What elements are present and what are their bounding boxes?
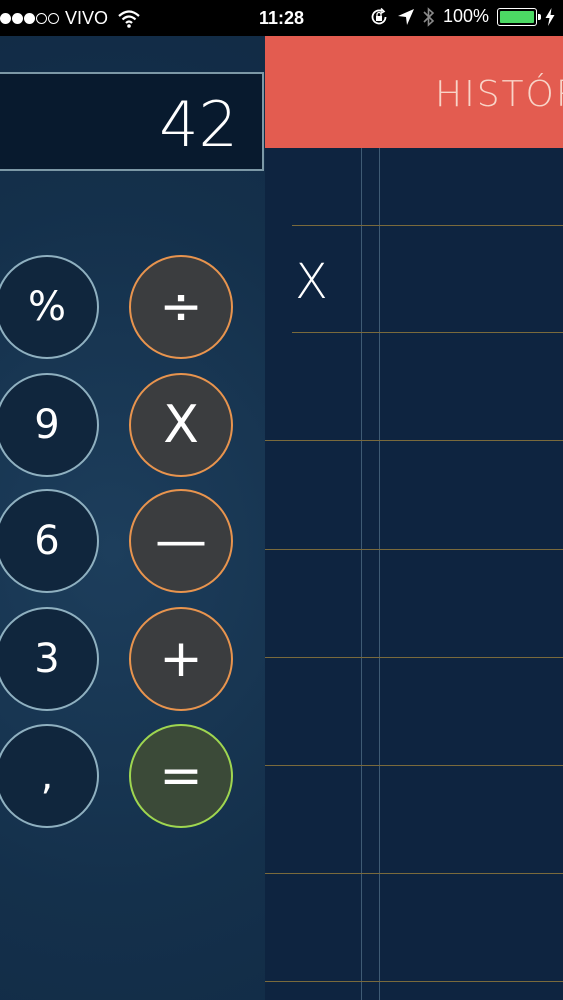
location-arrow-icon bbox=[397, 8, 414, 25]
bluetooth-icon bbox=[423, 6, 435, 27]
history-row-divider bbox=[265, 765, 563, 766]
history-row-divider bbox=[265, 873, 563, 874]
calculator-display: 42 bbox=[0, 72, 264, 171]
history-entry-operator: X bbox=[295, 254, 328, 310]
digit-9-key[interactable]: 9 bbox=[0, 373, 99, 477]
plus-key[interactable]: + bbox=[129, 607, 233, 711]
history-panel[interactable]: HISTÓRICO X bbox=[265, 36, 563, 1000]
history-header[interactable]: HISTÓRICO bbox=[265, 36, 563, 148]
history-row-divider bbox=[265, 549, 563, 550]
history-row-divider bbox=[292, 225, 563, 226]
history-row-divider bbox=[265, 440, 563, 441]
rotation-lock-icon bbox=[371, 7, 387, 24]
battery-percentage: 100% bbox=[442, 6, 489, 26]
status-bar: VIVO 11:28 100% bbox=[0, 0, 563, 36]
minus-key[interactable]: — bbox=[129, 489, 233, 593]
equals-key[interactable]: = bbox=[129, 724, 233, 828]
multiply-key[interactable]: X bbox=[129, 373, 233, 477]
digit-3-key[interactable]: 3 bbox=[0, 607, 99, 711]
status-right: 100% bbox=[369, 6, 555, 27]
display-value: 42 bbox=[159, 88, 238, 161]
history-title: HISTÓRICO bbox=[435, 74, 563, 115]
charging-bolt-icon bbox=[545, 7, 555, 26]
digit-6-key[interactable]: 6 bbox=[0, 489, 99, 593]
battery-icon bbox=[497, 7, 541, 26]
divide-key[interactable]: ÷ bbox=[129, 255, 233, 359]
history-row-divider bbox=[265, 657, 563, 658]
history-row-divider bbox=[292, 332, 563, 333]
history-row-divider bbox=[265, 981, 563, 982]
percent-key[interactable]: % bbox=[0, 255, 99, 359]
comma-key[interactable]: , bbox=[0, 724, 99, 828]
